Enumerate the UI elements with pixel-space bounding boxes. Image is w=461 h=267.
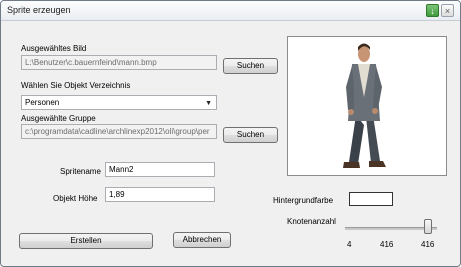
object-height-label: Objekt Höhe <box>53 194 98 203</box>
node-count-slider-thumb[interactable] <box>424 219 432 234</box>
directory-selected-value: Personen <box>25 98 60 107</box>
node-count-value: 416 <box>380 240 394 249</box>
sprite-preview <box>287 36 447 176</box>
image-path-field[interactable]: L:\Benutzer\c.bauernfeind\mann.bmp <box>21 55 217 70</box>
directory-label: Wählen Sie Objekt Verzeichnis <box>21 81 131 90</box>
background-color-swatch[interactable] <box>349 192 393 206</box>
group-label: Ausgewählte Gruppe <box>21 114 96 123</box>
image-search-button[interactable]: Suchen <box>223 58 278 74</box>
group-search-button[interactable]: Suchen <box>223 127 278 143</box>
image-label: Ausgewähltes Bild <box>21 44 87 53</box>
title-bar[interactable]: Sprite erzeugen ↓ × <box>1 1 460 21</box>
directory-select[interactable]: Personen ▼ <box>21 95 217 110</box>
object-height-input[interactable]: 1,89 <box>105 187 215 202</box>
node-count-min: 4 <box>347 240 352 249</box>
close-icon[interactable]: × <box>441 4 454 17</box>
restore-icon[interactable]: ↓ <box>426 4 439 17</box>
create-button[interactable]: Erstellen <box>19 233 153 249</box>
background-color-label: Hintergrundfarbe <box>273 196 334 205</box>
sprite-name-label: Spritename <box>60 167 101 176</box>
group-path-field[interactable]: c:\programdata\cadline\archlinexp2012\ol… <box>21 124 217 139</box>
sprite-name-input[interactable]: Mann2 <box>105 162 215 177</box>
person-image <box>343 43 386 168</box>
window-title: Sprite erzeugen <box>7 5 71 15</box>
cancel-button[interactable]: Abbrechen <box>173 232 231 248</box>
node-count-label: Knotenanzahl <box>287 217 336 226</box>
node-count-max: 416 <box>421 240 435 249</box>
dropdown-arrow-icon[interactable]: ▼ <box>205 98 212 110</box>
dialog-window: Sprite erzeugen ↓ × Ausgewähltes Bild L:… <box>0 0 461 267</box>
